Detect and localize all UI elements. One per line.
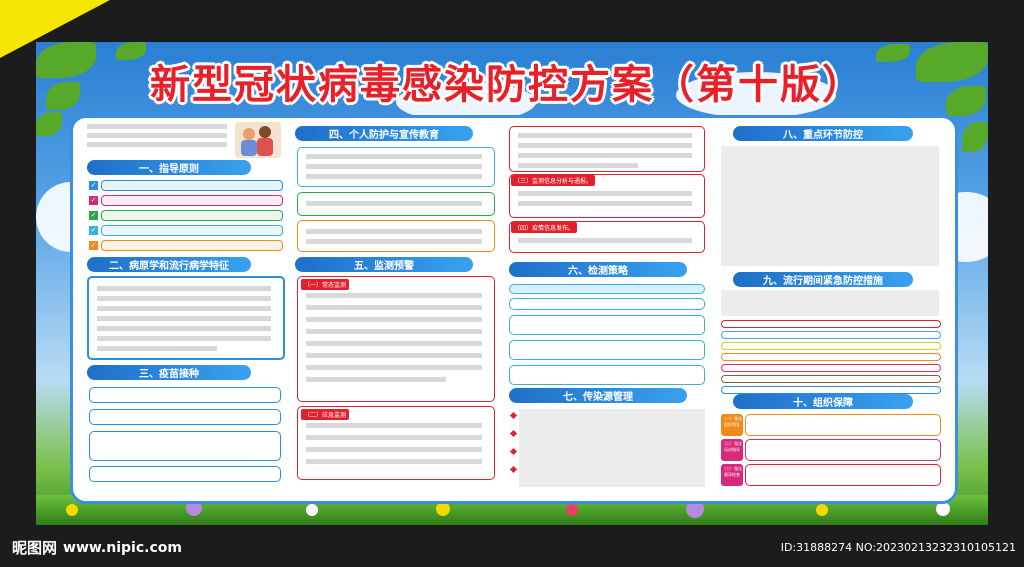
content-box <box>509 315 705 335</box>
leaf <box>946 86 986 116</box>
section-title-10: 十、组织保障 <box>733 394 918 409</box>
leaf <box>36 42 96 78</box>
check-icon: ✓ <box>89 211 98 220</box>
section-title-1: 一、指导原则 <box>87 160 256 175</box>
section-title-5: 五、监测预警 <box>295 257 478 272</box>
content-box <box>721 342 941 350</box>
content-box <box>89 409 281 425</box>
site-url[interactable]: www.nipic.com <box>63 540 182 556</box>
leaf <box>36 112 62 136</box>
poster-title: 新型冠状病毒感染防控方案（第十版） <box>150 62 864 108</box>
org-label-3: （三）强化督导检查 <box>721 464 743 486</box>
section-title-2: 二、病原学和流行病学特征 <box>87 257 256 272</box>
bullet-icon <box>509 411 518 420</box>
content-box <box>745 414 941 436</box>
content-box <box>509 340 705 360</box>
text-line <box>87 133 227 138</box>
leaf <box>962 122 988 152</box>
list-item <box>101 210 283 221</box>
org-label-1: （一）强化组织领导 <box>721 414 743 436</box>
flower <box>566 504 578 516</box>
content-block <box>519 409 705 487</box>
content-panel: 一、指导原则 ✓ ✓ ✓ ✓ ✓ 二、病原学和流行病学特征 三、疫苗接种 四、个… <box>70 115 958 504</box>
content-box <box>89 466 281 482</box>
content-box <box>745 439 941 461</box>
flower <box>436 502 450 516</box>
content-box <box>89 387 281 403</box>
check-icon: ✓ <box>89 241 98 250</box>
bullet-icon <box>509 429 518 438</box>
content-box <box>721 353 941 361</box>
check-icon: ✓ <box>89 196 98 205</box>
list-item <box>101 195 283 206</box>
footer-brand: 昵图网 www.nipic.com <box>12 537 182 558</box>
list-item <box>101 180 283 191</box>
text-line <box>87 124 227 129</box>
poster-board: 新型冠状病毒感染防控方案（第十版） 一、指导原则 ✓ ✓ ✓ ✓ ✓ 二、病原学… <box>36 42 988 525</box>
leaf <box>46 82 80 110</box>
section-title-7: 七、传染源管理 <box>509 388 692 403</box>
check-icon: ✓ <box>89 226 98 235</box>
content-box <box>297 276 495 402</box>
content-box <box>509 298 705 310</box>
content-block <box>721 290 939 316</box>
content-box <box>745 464 941 486</box>
content-box <box>89 431 281 461</box>
content-box <box>721 331 941 339</box>
content-box <box>721 364 941 372</box>
flower <box>936 502 950 516</box>
content-box <box>509 126 705 172</box>
flower <box>816 504 828 516</box>
tag-emergency-monitoring: （二）应急监测 <box>301 409 350 420</box>
tag-monitoring-analysis: （三）监测信息分析与通报。 <box>511 175 596 186</box>
flower <box>306 504 318 516</box>
section-title-8: 八、重点环节防控 <box>733 126 918 141</box>
list-item <box>101 240 283 251</box>
section-title-9: 九、流行期间紧急防控措施 <box>733 272 918 287</box>
leaf <box>916 42 988 82</box>
org-label-2: （二）强化培训指导 <box>721 439 743 461</box>
content-box <box>297 192 495 216</box>
content-box <box>297 220 495 252</box>
image-id: ID:31888274 NO:20230213232310105121 <box>780 541 1016 554</box>
content-box <box>509 284 705 294</box>
flower <box>66 504 78 516</box>
content-box <box>721 375 941 383</box>
text-line <box>87 142 227 147</box>
content-box <box>297 147 495 187</box>
content-box <box>87 276 285 360</box>
bullet-icon <box>509 465 518 474</box>
check-icon: ✓ <box>89 181 98 190</box>
content-box <box>721 320 941 328</box>
bullet-icon <box>509 447 518 456</box>
section-title-6: 六、检测策略 <box>509 262 692 277</box>
tag-info-release: （四）疫情信息发布。 <box>511 222 578 233</box>
section-title-4: 四、个人防护与宣传教育 <box>295 126 478 141</box>
family-illustration <box>235 122 281 158</box>
list-item <box>101 225 283 236</box>
tag-routine-monitoring: （一）常态监测 <box>301 279 350 290</box>
section-title-3: 三、疫苗接种 <box>87 365 256 380</box>
site-logo: 昵图网 <box>12 539 58 557</box>
content-block <box>721 146 939 266</box>
content-box <box>721 386 941 394</box>
content-box <box>509 365 705 385</box>
